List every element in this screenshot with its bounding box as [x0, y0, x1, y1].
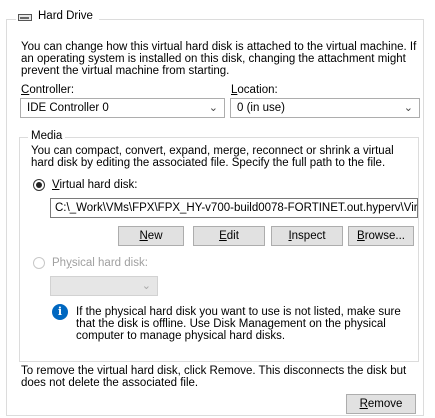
info-icon: i	[52, 304, 68, 320]
edit-button[interactable]: Edit	[193, 226, 265, 246]
controller-dropdown[interactable]: IDE Controller 0 ⌄	[20, 98, 225, 118]
section-header: Hard Drive	[16, 10, 99, 22]
browse-button[interactable]: Browse...	[348, 226, 414, 246]
media-title: Media	[28, 130, 66, 142]
hard-drive-icon	[18, 12, 32, 21]
physical-hard-disk-radio[interactable]	[33, 257, 45, 269]
location-dropdown[interactable]: 0 (in use) ⌄	[230, 98, 420, 118]
section-title: Hard Drive	[38, 10, 93, 22]
physical-hard-disk-label[interactable]: Physical hard disk:	[52, 257, 148, 270]
hard-drive-settings-panel: Hard Drive You can change how this virtu…	[0, 0, 435, 418]
intro-text: You can change how this virtual hard dis…	[21, 41, 417, 77]
virtual-hard-disk-label[interactable]: Virtual hard disk:	[52, 179, 137, 192]
location-value: 0 (in use)	[237, 102, 285, 114]
chevron-down-icon: ⌄	[208, 102, 218, 114]
location-label: Location:	[231, 84, 278, 96]
controller-label: Controller:	[21, 84, 75, 96]
chevron-down-icon: ⌄	[403, 102, 413, 114]
physical-disk-dropdown[interactable]: ⌄	[50, 276, 158, 296]
media-description: You can compact, convert, expand, merge,…	[31, 145, 394, 169]
new-button[interactable]: New	[118, 226, 184, 246]
inspect-button[interactable]: Inspect	[271, 226, 343, 246]
chevron-down-icon: ⌄	[141, 280, 151, 292]
remove-button[interactable]: Remove	[346, 394, 416, 414]
remove-instructions-text: To remove the virtual hard disk, click R…	[21, 365, 407, 389]
physical-disk-info-text: If the physical hard disk you want to us…	[76, 306, 401, 342]
radio-selected-dot	[36, 182, 42, 188]
controller-value: IDE Controller 0	[27, 102, 109, 114]
virtual-disk-path-input[interactable]: C:\_Work\VMs\FPX\FPX_HY-v700-build0078-F…	[50, 198, 418, 218]
virtual-hard-disk-radio[interactable]	[33, 179, 45, 191]
